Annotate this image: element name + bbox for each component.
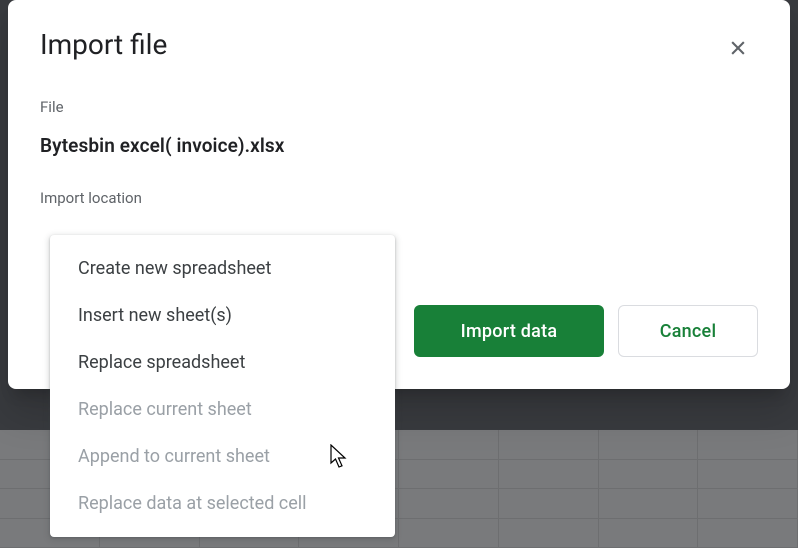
dialog-title: Import file — [40, 28, 167, 61]
option-replace-current-sheet: Replace current sheet — [50, 386, 395, 433]
close-button[interactable] — [718, 28, 758, 68]
file-name: Bytesbin excel( invoice).xlsx — [40, 134, 758, 157]
file-label: File — [40, 98, 758, 116]
option-append-to-current-sheet: Append to current sheet — [50, 433, 395, 480]
option-replace-spreadsheet[interactable]: Replace spreadsheet — [50, 339, 395, 386]
option-insert-new-sheets[interactable]: Insert new sheet(s) — [50, 292, 395, 339]
close-icon — [728, 38, 748, 58]
import-location-menu: Create new spreadsheet Insert new sheet(… — [50, 235, 395, 537]
option-create-new-spreadsheet[interactable]: Create new spreadsheet — [50, 245, 395, 292]
import-data-button[interactable]: Import data — [414, 305, 604, 357]
cancel-button[interactable]: Cancel — [618, 305, 758, 357]
import-location-label: Import location — [40, 189, 758, 207]
dialog-header: Import file — [40, 28, 758, 68]
option-replace-data-at-selected-cell: Replace data at selected cell — [50, 480, 395, 527]
